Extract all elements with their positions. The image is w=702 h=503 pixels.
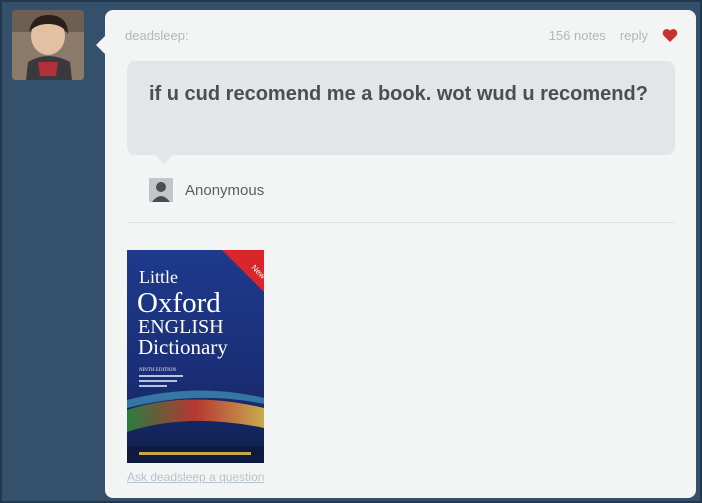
user-avatar[interactable] (12, 10, 84, 80)
book-title-line2: Oxford (137, 287, 221, 319)
reply-link[interactable]: reply (620, 28, 648, 43)
ask-question-link[interactable]: Ask deadsleep a question (127, 470, 264, 484)
post-header: deadsleep: 156 notes reply (125, 28, 678, 48)
heart-icon[interactable] (662, 28, 678, 43)
username-link[interactable]: deadsleep: (125, 28, 189, 43)
post-controls: 156 notes reply (549, 28, 678, 43)
divider (127, 222, 675, 223)
book-title-line4: Dictionary (138, 335, 228, 359)
asker: Anonymous (149, 178, 264, 202)
book-title-line1: Little (139, 267, 178, 287)
ask-post-card: deadsleep: 156 notes reply if u cud reco… (96, 10, 696, 498)
book-edition: NINTH EDITION (139, 368, 176, 373)
anonymous-avatar-icon (149, 178, 173, 202)
asker-name: Anonymous (185, 181, 265, 199)
question-bubble: if u cud recomend me a book. wot wud u r… (127, 61, 675, 164)
dashboard-background: deadsleep: 156 notes reply if u cud reco… (0, 0, 702, 503)
card-pointer (96, 36, 105, 54)
book-cover-image: New Little Oxford ENGLISH Dictionary NIN… (127, 250, 264, 463)
question-text: if u cud recomend me a book. wot wud u r… (149, 83, 648, 105)
question-pointer (155, 155, 173, 164)
notes-count[interactable]: 156 notes (549, 28, 606, 43)
